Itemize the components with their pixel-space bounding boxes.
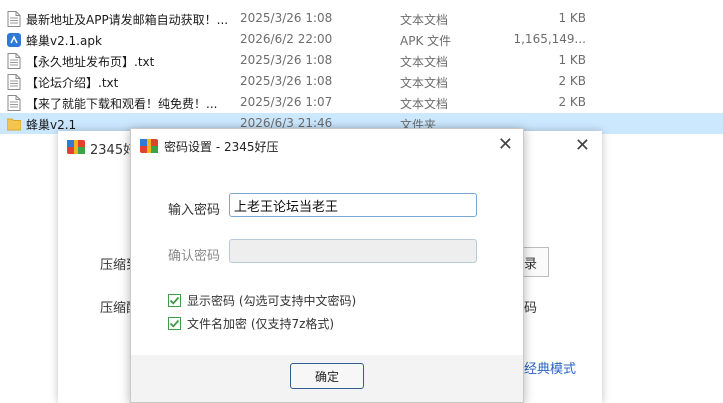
haozip-logo-icon: [139, 137, 159, 155]
close-icon[interactable]: ✕: [575, 135, 590, 156]
file-row[interactable]: 最新地址及APP请发邮箱自动获取！... 2025/3/26 1:08 文本文档…: [0, 8, 723, 29]
text-file-icon: [7, 11, 21, 27]
checkmark-icon: [169, 296, 180, 305]
confirm-password-label: 确认密码: [168, 249, 221, 264]
classic-mode-link[interactable]: 经典模式: [524, 358, 576, 377]
password-option-label[interactable]: 码: [524, 297, 537, 316]
ok-button[interactable]: 确定: [290, 363, 364, 389]
show-password-option[interactable]: 显示密码 (勾选可支持中文密码): [168, 292, 356, 309]
file-name: 蜂巢v2.1.apk: [26, 34, 102, 48]
file-type: 文本文档: [400, 13, 449, 27]
checkmark-icon: [169, 319, 180, 328]
file-date: 2026/6/2 22:00: [240, 32, 333, 46]
file-type: 文本文档: [400, 76, 449, 90]
text-file-icon: [7, 95, 21, 111]
text-file-icon: [7, 53, 21, 69]
file-row[interactable]: 【永久地址发布页】.txt 2025/3/26 1:08 文本文档 1 KB: [0, 50, 723, 71]
file-name: 最新地址及APP请发邮箱自动获取！...: [26, 13, 229, 27]
browse-button[interactable]: 录: [521, 247, 549, 277]
file-type: 文本文档: [400, 97, 449, 111]
dialog-footer: 确定: [131, 355, 523, 402]
file-size: 2 KB: [558, 95, 586, 109]
file-date: 2025/3/26 1:07: [240, 95, 333, 109]
file-size: 1 KB: [558, 11, 586, 25]
file-type: 文本文档: [400, 55, 449, 69]
encrypt-filenames-option[interactable]: 文件名加密 (仅支持7z格式): [168, 315, 334, 332]
file-row[interactable]: 蜂巢v2.1.apk 2026/6/2 22:00 APK 文件 1,165,1…: [0, 29, 723, 50]
encrypt-filenames-label: 文件名加密 (仅支持7z格式): [187, 317, 335, 331]
folder-icon: [6, 116, 22, 132]
file-size: 2 KB: [558, 74, 586, 88]
file-date: 2025/3/26 1:08: [240, 11, 333, 25]
file-date: 2025/3/26 1:08: [240, 74, 333, 88]
file-type: APK 文件: [400, 34, 452, 48]
text-file-icon: [7, 74, 21, 90]
file-name: 【论坛介绍】.txt: [26, 76, 119, 90]
file-size: 1,165,149...: [513, 32, 586, 46]
file-name: 【来了就能下载和观看！纯免费！...: [26, 97, 218, 111]
password-dialog: 密码设置 - 2345好压 ✕ 输入密码 确认密码 显示密码 (勾选可支持中文密…: [130, 128, 524, 403]
close-icon[interactable]: ✕: [498, 134, 513, 155]
show-password-label: 显示密码 (勾选可支持中文密码): [187, 294, 357, 308]
haozip-logo-icon: [66, 137, 86, 157]
confirm-password-input[interactable]: [229, 239, 477, 263]
dialog-title: 密码设置 - 2345好压: [164, 140, 279, 154]
password-label: 输入密码: [168, 203, 221, 218]
file-row[interactable]: 【来了就能下载和观看！纯免费！... 2025/3/26 1:07 文本文档 2…: [0, 92, 723, 113]
encrypt-filenames-checkbox[interactable]: [168, 317, 181, 330]
show-password-checkbox[interactable]: [168, 294, 181, 307]
file-row[interactable]: 【论坛介绍】.txt 2025/3/26 1:08 文本文档 2 KB: [0, 71, 723, 92]
file-size: 1 KB: [558, 53, 586, 67]
file-date: 2025/3/26 1:08: [240, 53, 333, 67]
password-input[interactable]: [229, 193, 477, 217]
file-name: 【永久地址发布页】.txt: [26, 55, 155, 69]
apk-file-icon: [7, 32, 21, 48]
dialog-titlebar[interactable]: 密码设置 - 2345好压 ✕: [131, 129, 523, 161]
